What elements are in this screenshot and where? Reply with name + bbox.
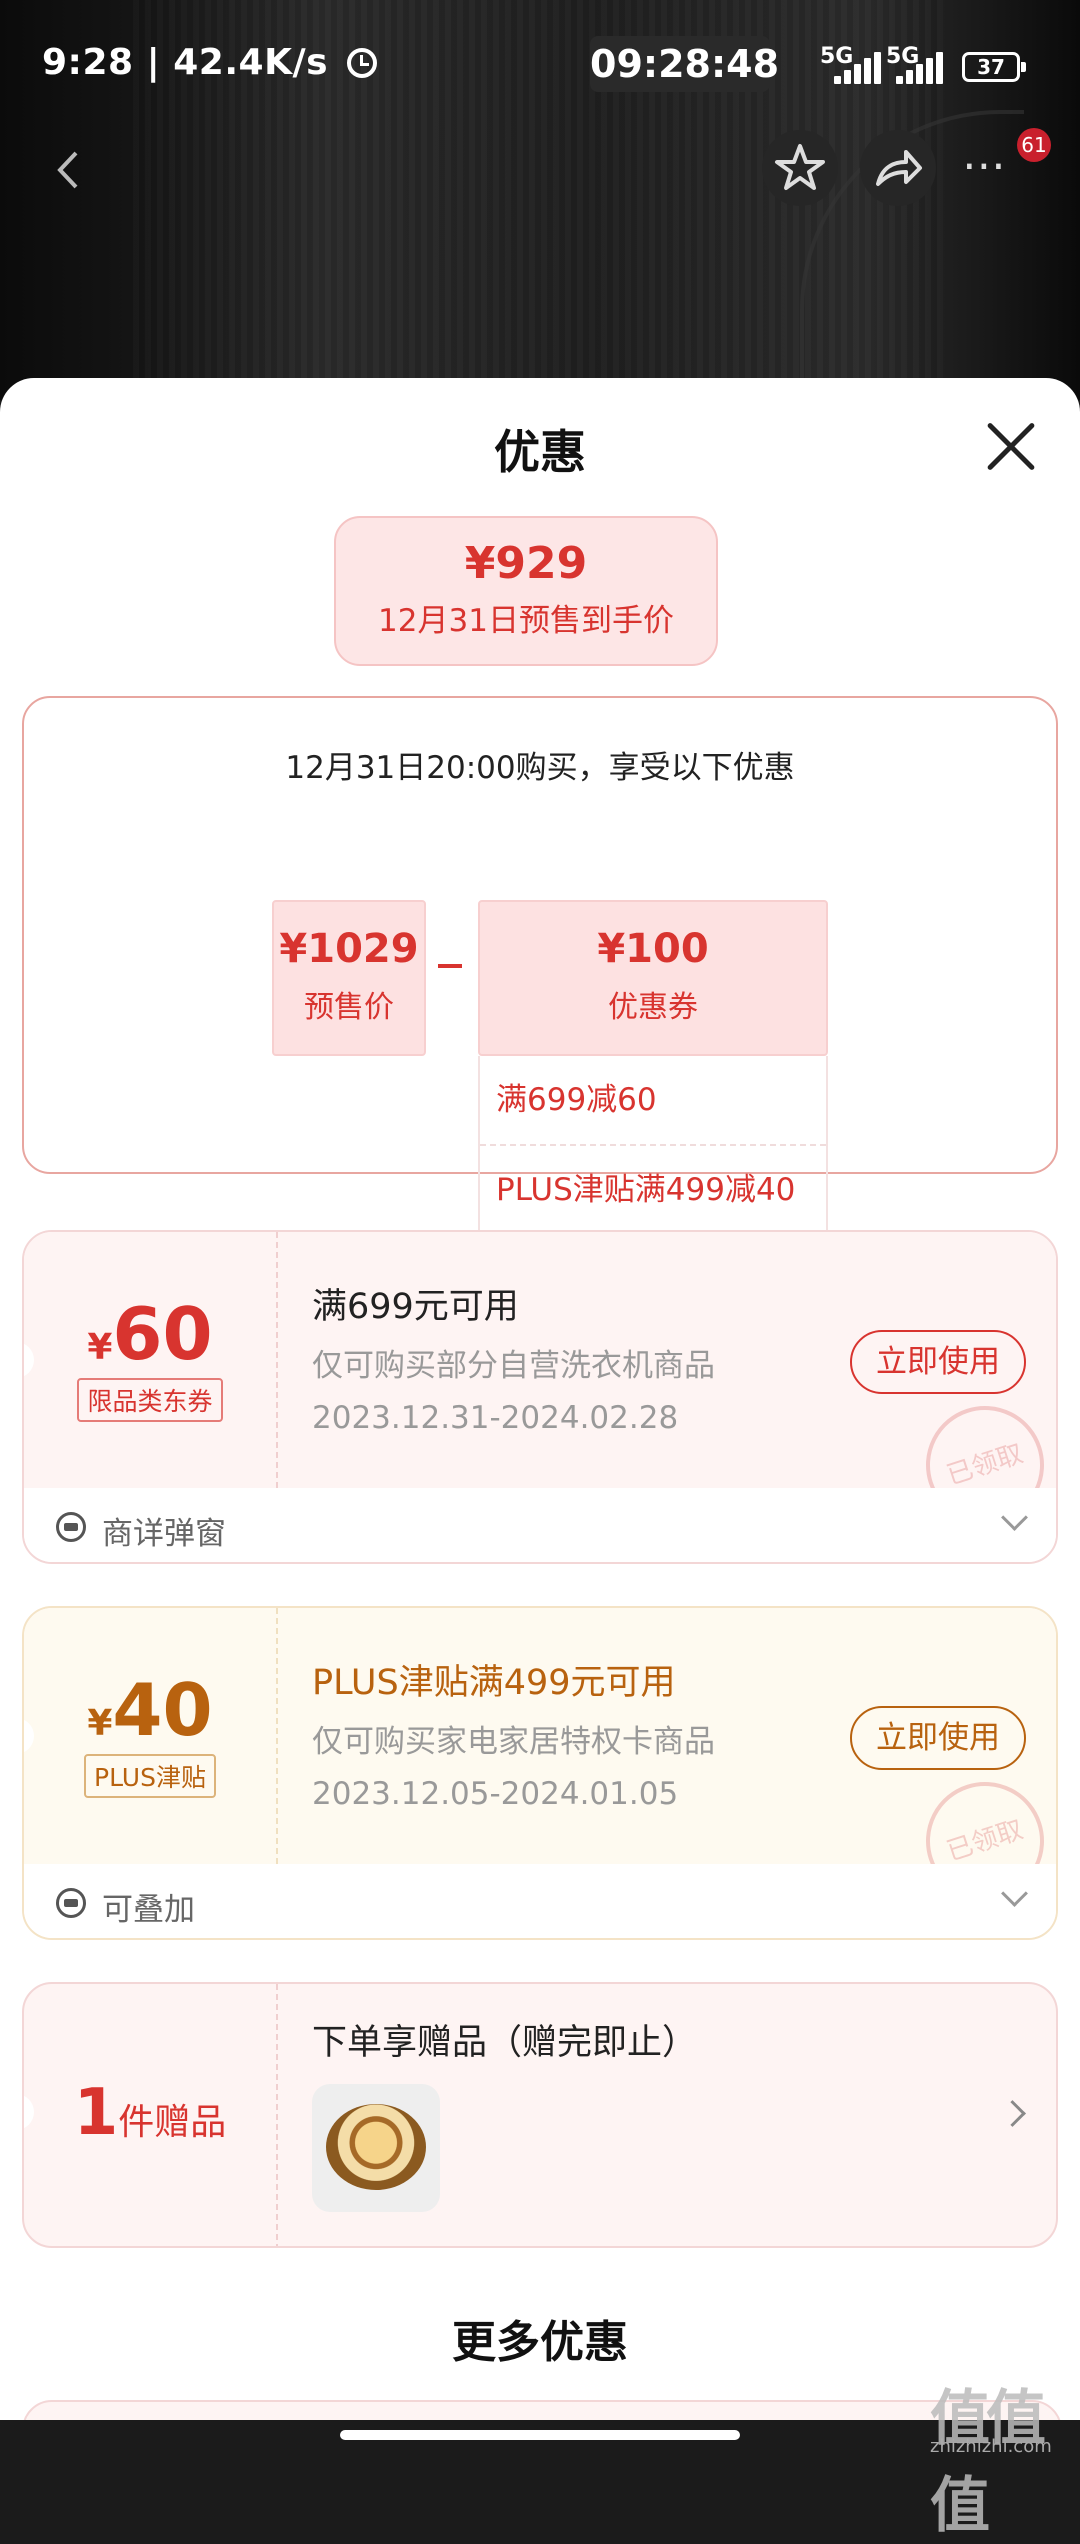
- coupon-value: 40: [112, 1668, 213, 1752]
- close-icon[interactable]: [983, 418, 1039, 474]
- gift-card[interactable]: 1件赠品 下单享赠品（赠完即止）: [22, 1982, 1058, 2248]
- coupon-validity: 2023.12.31-2024.02.28: [312, 1400, 679, 1436]
- coupon-total-label: 优惠券: [608, 990, 698, 1025]
- more-offers-title: 更多优惠: [452, 2317, 628, 2368]
- coupon-breakdown-item: 满699减60: [496, 1082, 657, 1118]
- coupon-footer-label: 可叠加: [102, 1892, 195, 1928]
- gift-count: 1件赠品: [24, 2076, 276, 2150]
- status-bar: 9:28 | 42.4K/s 09:28:48 5G 5G 37: [0, 0, 1080, 130]
- chevron-down-icon: [1001, 1504, 1028, 1531]
- coupon-footer-label: 商详弹窗: [102, 1516, 226, 1552]
- gift-title: 下单享赠品（赠完即止）: [312, 2023, 698, 2063]
- coupon-title: PLUS津贴满499元可用: [312, 1663, 676, 1703]
- coupon-type-tag: 限品类东券: [77, 1378, 223, 1422]
- watermark-logo: 值值值: [930, 2384, 1046, 2541]
- coupon-title: 满699元可用: [312, 1287, 519, 1327]
- gift-badge-image: [326, 2104, 426, 2190]
- back-icon[interactable]: [50, 145, 90, 195]
- coupon-card-plus: ¥40 PLUS津贴 PLUS津贴满499元可用 仅可购买家电家居特权卡商品 2…: [22, 1606, 1058, 1940]
- coupon-card-jd: ¥60 限品类东券 满699元可用 仅可购买部分自营洗衣机商品 2023.12.…: [22, 1230, 1058, 1564]
- sheet-title: 优惠: [494, 425, 586, 479]
- coupon-total-box: ¥100 优惠券: [478, 900, 828, 1056]
- home-indicator[interactable]: [340, 2430, 740, 2440]
- coupon-stub: ¥40 PLUS津贴: [24, 1668, 276, 1798]
- presale-price: ¥1029: [279, 926, 419, 972]
- status-left: 9:28 | 42.4K/s: [42, 42, 378, 83]
- system-nav-bar: [0, 2420, 1080, 2460]
- coupon-footer[interactable]: 商详弹窗: [24, 1488, 1056, 1562]
- status-clock: 09:28:48: [590, 36, 779, 92]
- coupon-info-icon: [56, 1512, 86, 1542]
- notification-badge: 61: [1017, 128, 1051, 162]
- presale-price-box: ¥1029 预售价: [272, 900, 426, 1056]
- coupon-amount: ¥40: [24, 1668, 276, 1752]
- stack-icon: [56, 1888, 86, 1918]
- price-breakdown: 12月31日20:00购买，享受以下优惠 ¥1029 预售价 ¥100 优惠券 …: [22, 696, 1058, 1232]
- share-button[interactable]: [860, 130, 936, 206]
- coupon-value: 60: [112, 1292, 213, 1376]
- gift-count-unit: 件赠品: [118, 2102, 227, 2143]
- use-coupon-button[interactable]: 立即使用: [850, 1330, 1026, 1394]
- gift-count-number: 1: [73, 2076, 119, 2150]
- card-divider: [276, 1608, 278, 1864]
- status-time-speed: 9:28 | 42.4K/s: [42, 42, 329, 83]
- breakdown-headline: 12月31日20:00购买，享受以下优惠: [285, 750, 795, 786]
- chevron-right-icon: [999, 2100, 1026, 2127]
- coupon-total: ¥100: [597, 926, 709, 972]
- coupon-scope: 仅可购买部分自营洗衣机商品: [312, 1348, 715, 1384]
- alarm-icon: [347, 48, 378, 78]
- minus-sign: [438, 964, 462, 968]
- final-price-bubble: ¥929 12月31日预售到手价: [334, 516, 718, 666]
- coupon-validity: 2023.12.05-2024.01.05: [312, 1776, 679, 1812]
- favorite-button[interactable]: [762, 130, 838, 206]
- share-icon: [876, 150, 922, 186]
- watermark-url: zhizhizhi.com: [930, 2436, 1052, 2457]
- battery-icon: 37: [962, 52, 1026, 82]
- card-divider: [276, 1232, 278, 1488]
- final-price: ¥929: [464, 538, 588, 589]
- signal-icon-2: [892, 52, 952, 84]
- coupon-type-tag: PLUS津贴: [84, 1754, 216, 1798]
- card-divider: [276, 1984, 278, 2246]
- coupon-stub: ¥60 限品类东券: [24, 1292, 276, 1422]
- signal-icon-1: [830, 52, 890, 84]
- coupon-breakdown-item: PLUS津贴满499减40: [480, 1144, 826, 1234]
- use-coupon-button[interactable]: 立即使用: [850, 1706, 1026, 1770]
- presale-price-label: 预售价: [304, 990, 394, 1025]
- coupon-footer[interactable]: 可叠加: [24, 1864, 1056, 1938]
- coupon-body: ¥40 PLUS津贴 PLUS津贴满499元可用 仅可购买家电家居特权卡商品 2…: [24, 1608, 1056, 1916]
- star-icon: [775, 144, 825, 190]
- coupon-body: ¥60 限品类东券 满699元可用 仅可购买部分自营洗衣机商品 2023.12.…: [24, 1232, 1056, 1540]
- coupon-breakdown-list: 满699减60 PLUS津贴满499减40: [478, 1056, 828, 1232]
- more-menu-button[interactable]: ⋯: [962, 140, 1010, 191]
- discount-sheet: 优惠 ¥929 12月31日预售到手价 12月31日20:00购买，享受以下优惠…: [0, 378, 1080, 2460]
- final-price-label: 12月31日预售到手价: [378, 603, 674, 639]
- coupon-currency: ¥: [87, 1327, 113, 1368]
- chevron-down-icon: [1001, 1880, 1028, 1907]
- gift-thumbnail[interactable]: [312, 2084, 440, 2212]
- coupon-scope: 仅可购买家电家居特权卡商品: [312, 1724, 715, 1760]
- coupon-currency: ¥: [87, 1703, 113, 1744]
- coupon-amount: ¥60: [24, 1292, 276, 1376]
